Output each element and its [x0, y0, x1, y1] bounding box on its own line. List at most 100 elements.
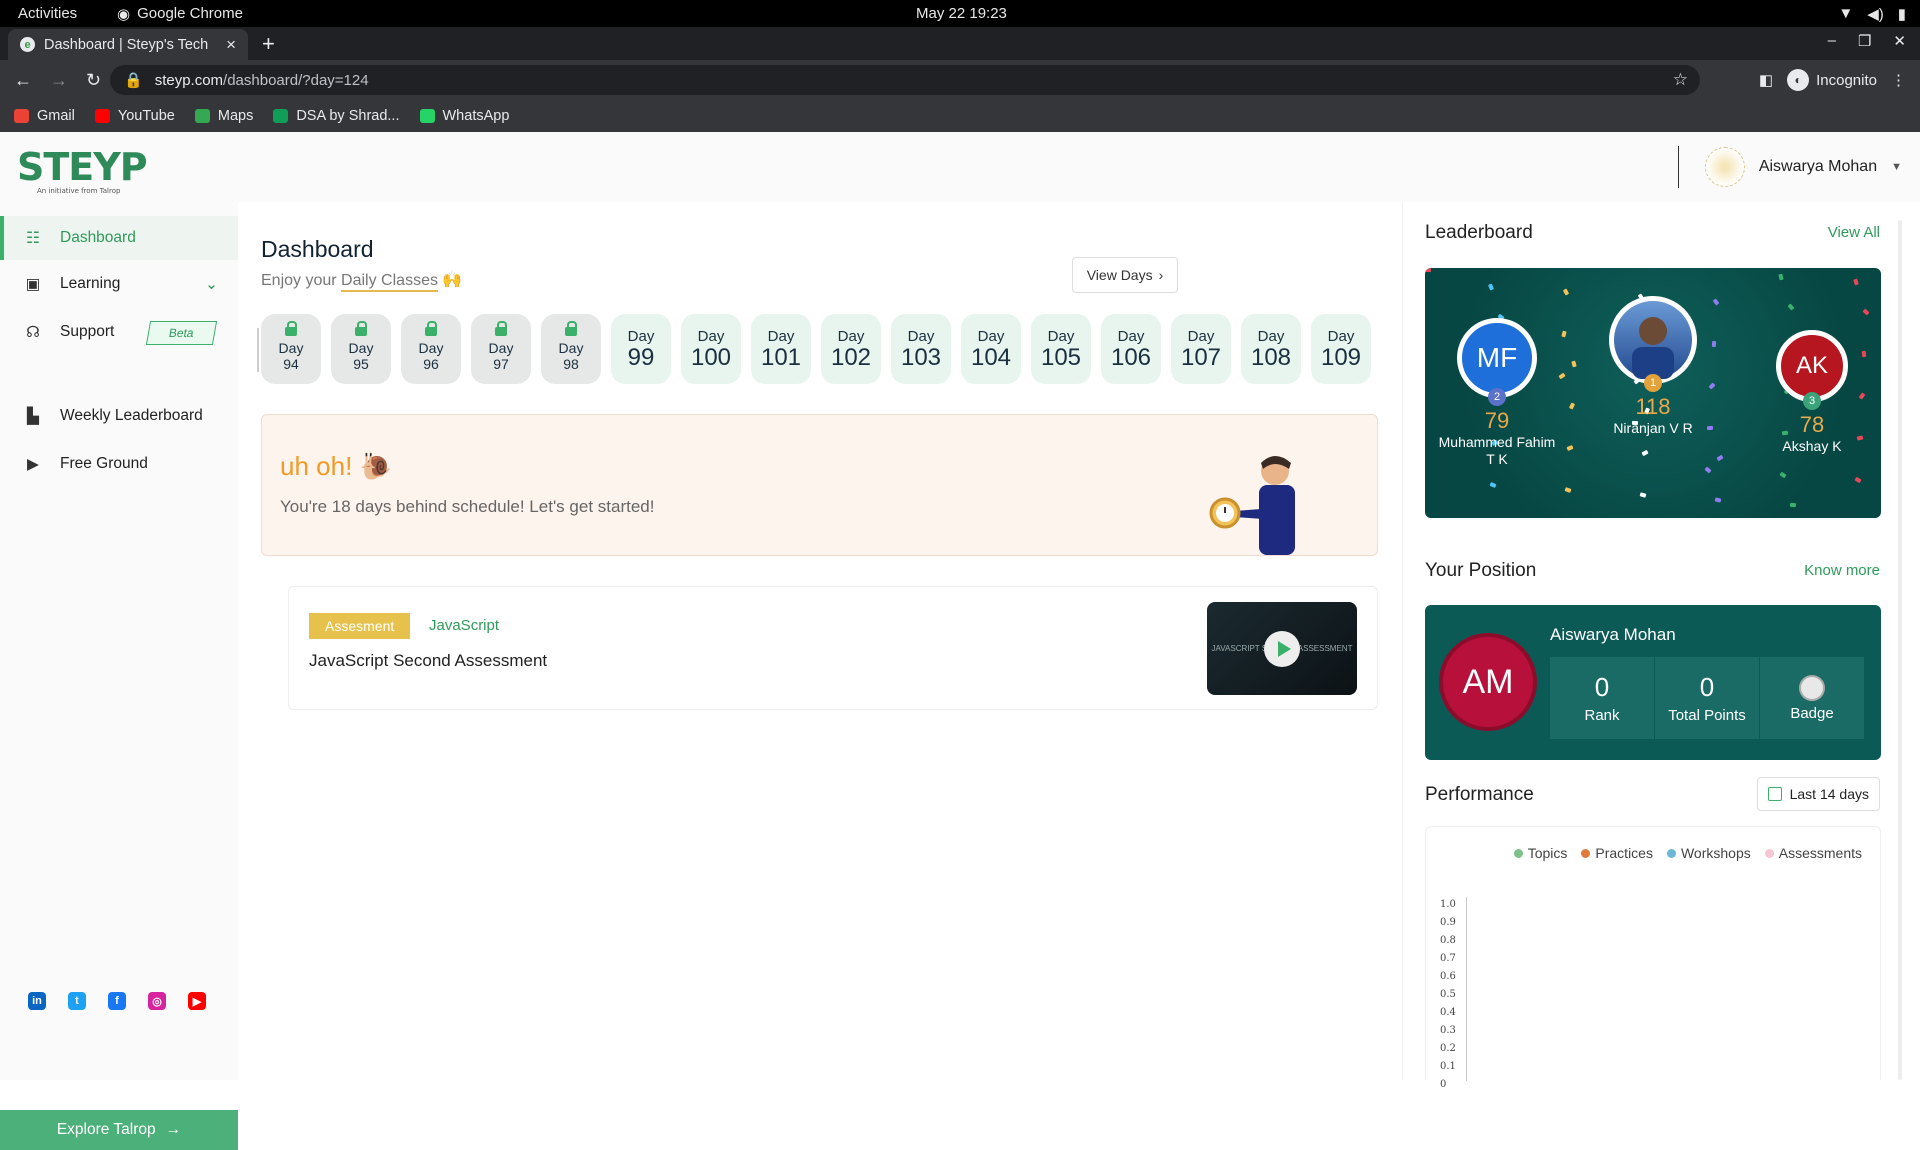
close-window-icon[interactable]: ✕: [1893, 32, 1906, 50]
sidebar-item-label: Weekly Leaderboard: [60, 407, 203, 424]
sidebar-item-weekly-leaderboard[interactable]: ▙ Weekly Leaderboard: [0, 394, 238, 438]
day-106[interactable]: Day 106: [1101, 314, 1161, 384]
site-header: STEYP An initiative from Talrop Aiswarya …: [0, 132, 1920, 202]
app-menu[interactable]: ◉ Google Chrome: [117, 5, 243, 23]
day-95-locked[interactable]: Day 95: [331, 314, 391, 384]
day-103[interactable]: Day 103: [891, 314, 951, 384]
legend-item[interactable]: Practices: [1581, 845, 1653, 861]
my-name: Aiswarya Mohan: [1550, 625, 1676, 644]
play-icon[interactable]: [1264, 630, 1300, 667]
topic-link[interactable]: JavaScript: [429, 617, 499, 634]
steyp-logo[interactable]: STEYP An initiative from Talrop: [17, 145, 148, 195]
day-101[interactable]: Day 101: [751, 314, 811, 384]
restore-icon[interactable]: ❐: [1858, 32, 1871, 50]
incognito-label: Incognito: [1816, 71, 1877, 89]
bookmark-4[interactable]: WhatsApp: [419, 108, 509, 124]
new-tab-icon[interactable]: +: [262, 31, 275, 57]
day-109[interactable]: Day 109: [1311, 314, 1371, 384]
day-94-locked[interactable]: Day 94: [261, 314, 321, 384]
sidebar-item-learning[interactable]: ▣ Learning ⌄: [0, 262, 238, 306]
minimize-icon[interactable]: –: [1828, 32, 1836, 50]
reload-icon[interactable]: ↻: [86, 70, 101, 91]
view-all-link[interactable]: View All: [1828, 224, 1880, 241]
assessment-thumbnail[interactable]: JAVASCRIPT SECOND ASSESSMENT: [1207, 602, 1357, 695]
app-name: Google Chrome: [137, 5, 243, 22]
gmail-icon: [14, 109, 29, 123]
side-panel-icon[interactable]: ◧: [1759, 71, 1773, 89]
day-98-locked[interactable]: Day 98: [541, 314, 601, 384]
sidebar-item-free-ground[interactable]: ▶ Free Ground: [0, 442, 238, 486]
chevron-right-icon: ›: [1158, 267, 1164, 283]
bookmark-0[interactable]: Gmail: [14, 108, 75, 124]
facebook-icon[interactable]: f: [108, 992, 126, 1010]
day-102[interactable]: Day 102: [821, 314, 881, 384]
confetti-piece: [1571, 360, 1577, 368]
podium-rank-2[interactable]: MF 2 79 Muhammed Fahim T K: [1437, 318, 1557, 468]
assessment-card[interactable]: Assesment JavaScript JavaScript Second A…: [288, 586, 1378, 710]
sidebar-item-support[interactable]: ☊ Support Beta: [0, 310, 238, 354]
confetti-piece: [1716, 454, 1724, 462]
clock[interactable]: May 22 19:23: [916, 5, 1007, 22]
close-tab-icon[interactable]: ×: [226, 35, 236, 55]
wifi-icon: ▼: [1838, 5, 1854, 22]
day-number: 96: [423, 356, 439, 372]
legend-item[interactable]: Workshops: [1666, 845, 1751, 861]
forward-icon[interactable]: →: [50, 70, 68, 91]
day-107[interactable]: Day 107: [1171, 314, 1231, 384]
sidebar-item-dashboard[interactable]: ☷ Dashboard: [0, 216, 238, 260]
panel-scrollbar[interactable]: [1898, 220, 1902, 1080]
bookmark-star-icon[interactable]: ☆: [1673, 70, 1688, 90]
youtube-icon[interactable]: ▶: [188, 992, 206, 1010]
day-104[interactable]: Day 104: [961, 314, 1021, 384]
legend-item[interactable]: Assessments: [1764, 845, 1862, 861]
sidebar-item-label: Dashboard: [60, 229, 136, 246]
linkedin-icon[interactable]: in: [28, 992, 46, 1010]
podium-rank-3[interactable]: AK 3 78 Akshay K: [1759, 330, 1865, 455]
instagram-icon[interactable]: ◎: [148, 992, 166, 1010]
confetti-piece: [1566, 445, 1574, 451]
day-96-locked[interactable]: Day 96: [401, 314, 461, 384]
know-more-link[interactable]: Know more: [1804, 562, 1880, 579]
twitter-icon[interactable]: t: [68, 992, 86, 1010]
bookmark-1[interactable]: YouTube: [94, 108, 175, 124]
explore-label: Explore Talrop: [56, 1121, 156, 1138]
y-tick-label: 1.0: [1440, 899, 1456, 910]
chrome-icon: ◉: [117, 5, 131, 23]
subtitle-prefix: Enjoy your: [261, 272, 342, 289]
tab-title: Dashboard | Steyp's Tech: [44, 36, 209, 53]
day-97-locked[interactable]: Day 97: [471, 314, 531, 384]
day-100[interactable]: Day 100: [681, 314, 741, 384]
day-label: Day: [488, 340, 514, 356]
sidebar: ☷ Dashboard ▣ Learning ⌄ ☊ Support Beta ▙ We…: [0, 202, 238, 1150]
steyp-page: STEYP An initiative from Talrop Aiswarya …: [0, 132, 1920, 1150]
address-bar[interactable]: 🔒 steyp.com/dashboard/?day=124 ☆: [110, 65, 1700, 95]
legend-dot: [1666, 848, 1676, 858]
bookmark-2[interactable]: Maps: [194, 108, 254, 124]
explore-talrop-button[interactable]: Explore Talrop →: [0, 1110, 238, 1150]
back-icon[interactable]: ←: [14, 70, 32, 91]
your-position-card: AM Aiswarya Mohan 0 Rank 0 Total Points Ba…: [1425, 605, 1881, 760]
view-days-button[interactable]: View Days ›: [1072, 257, 1178, 293]
user-menu[interactable]: Aiswarya Mohan ▼: [1677, 146, 1902, 188]
confetti-piece: [1779, 471, 1787, 479]
day-105[interactable]: Day 105: [1031, 314, 1091, 384]
day-99[interactable]: Day 99: [611, 314, 671, 384]
bookmarks-bar: Gmail YouTube Maps DSA by Shrad... WhatsApp: [0, 100, 1920, 132]
menu-icon[interactable]: ⋮: [1891, 71, 1906, 89]
bookmark-label: Maps: [217, 108, 254, 124]
day-number: 102: [830, 343, 872, 371]
badge-label: Badge: [1790, 704, 1834, 722]
page-title: Dashboard: [261, 236, 374, 262]
bookmark-3[interactable]: DSA by Shrad...: [273, 108, 400, 124]
system-tray[interactable]: ▼ ◀) ▮: [1838, 5, 1906, 23]
day-label: Day: [1187, 327, 1215, 345]
date-range-button[interactable]: Last 14 days: [1756, 777, 1880, 811]
behind-schedule-alert: uh oh! 🐌 You're 18 days behind schedule!…: [261, 414, 1378, 556]
browser-tab[interactable]: e Dashboard | Steyp's Tech ×: [8, 29, 248, 60]
incognito-profile[interactable]: ◐ Incognito: [1787, 69, 1877, 91]
activities-button[interactable]: Activities: [18, 5, 77, 22]
legend-item[interactable]: Topics: [1513, 845, 1567, 861]
podium-rank-1[interactable]: 1 118 Niranjan V R: [1593, 296, 1713, 437]
leaderboard-title: Leaderboard: [1425, 222, 1533, 243]
day-108[interactable]: Day 108: [1241, 314, 1301, 384]
